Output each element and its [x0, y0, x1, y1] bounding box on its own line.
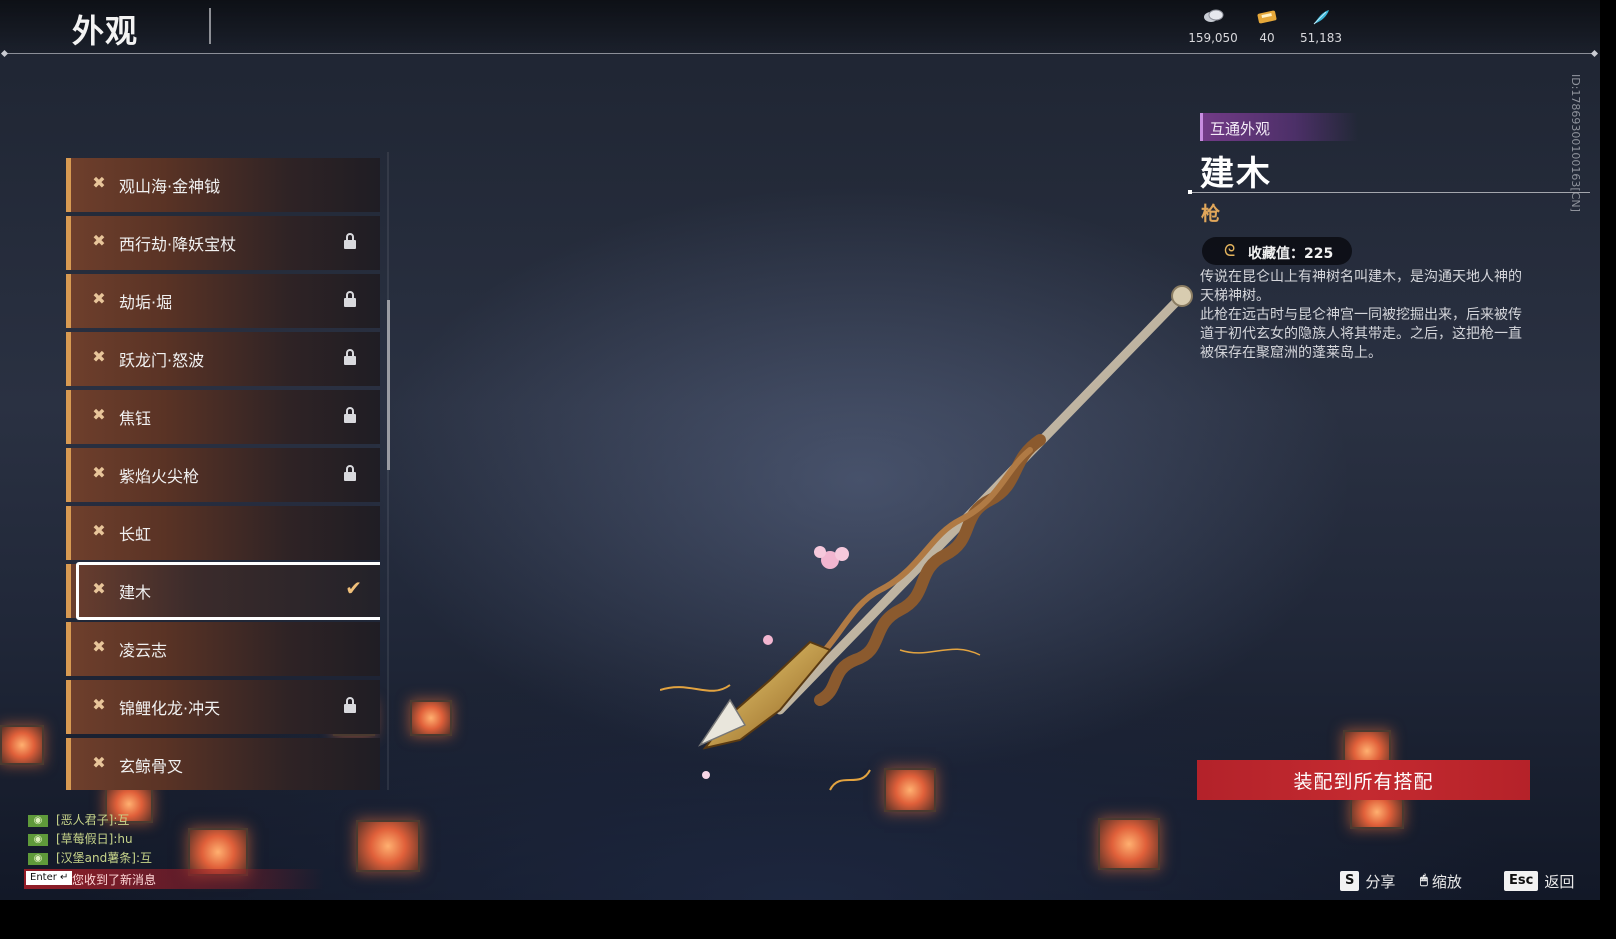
skin-list[interactable]: ✖ 观山海·金神钺 ✖ 西行劫·降妖宝杖 ✖ 劫垢·堀 ✖ 跃龙门·怒波 ✖ 焦… [66, 152, 380, 790]
equip-all-button[interactable]: 装配到所有搭配 [1197, 760, 1530, 800]
lantern-decor [0, 725, 44, 765]
world-chat-icon: ◉ [28, 833, 48, 846]
list-item-label: 建木 [119, 583, 152, 602]
lantern-decor [410, 700, 452, 736]
name-divider [1190, 192, 1590, 193]
list-scrollbar[interactable] [387, 152, 389, 790]
back-hint[interactable]: Esc 返回 [1504, 870, 1574, 892]
back-label: 返回 [1544, 872, 1575, 891]
list-item[interactable]: ✖ 跃龙门·怒波 [66, 332, 380, 386]
top-bar: 外观 159,050 40 51,183 [0, 0, 1600, 54]
cross-weapon-icon: ✖ [92, 753, 106, 772]
list-item-label: 紫焰火尖枪 [119, 467, 200, 486]
feather-value: 51,183 [1300, 31, 1342, 45]
divider-ornament [1188, 190, 1192, 194]
lantern-decor [1350, 795, 1404, 829]
list-item-label: 玄鲸骨叉 [119, 757, 184, 776]
list-item-label: 劫垢·堀 [119, 293, 173, 312]
lantern-decor [1098, 818, 1160, 870]
crossplay-tag-label: 互通外观 [1210, 120, 1271, 138]
list-item[interactable]: ✖ 长虹 [66, 506, 380, 560]
chat-line: ◉ [汉堡and薯条]:互 [28, 849, 152, 866]
lock-icon [344, 407, 356, 423]
world-chat-icon: ◉ [28, 852, 48, 865]
new-message-notification[interactable]: Enter ↵ 您收到了新消息 [24, 869, 324, 889]
weapon-type: 枪 [1201, 203, 1221, 225]
cross-weapon-icon: ✖ [92, 463, 106, 482]
list-item-label: 焦钰 [119, 409, 152, 428]
cross-weapon-icon: ✖ [92, 521, 106, 540]
list-item[interactable]: ✖ 西行劫·降妖宝杖 [66, 216, 380, 270]
lock-icon [344, 349, 356, 365]
cross-weapon-icon: ✖ [92, 637, 106, 656]
share-hint[interactable]: S 分享 [1340, 870, 1395, 892]
notification-text: 您收到了新消息 [72, 873, 157, 887]
chat-text: [草莓假日]:hu [56, 832, 133, 846]
cross-weapon-icon: ✖ [92, 231, 106, 250]
esc-key: Esc [1504, 871, 1539, 891]
list-item[interactable]: ✖ 锦鲤化龙·冲天 [66, 680, 380, 734]
player-id: ID:1786930010016​3[CN] [1569, 74, 1582, 212]
page-title: 外观 [72, 12, 139, 50]
item-description: 传说在昆仑山上有神树名叫建木，是沟通天地人神的天梯神树。 此枪在远古时与昆仑神宫… [1200, 268, 1535, 363]
lock-icon [344, 697, 356, 713]
cross-weapon-icon: ✖ [92, 347, 106, 366]
description-paragraph: 此枪在远古时与昆仑神宫一同被挖掘出来，后来被传道于初代玄女的隐族人将其带走。之后… [1200, 307, 1522, 361]
list-item[interactable]: ✖ 凌云志 [66, 622, 380, 676]
top-divider [4, 53, 1596, 54]
chat-line: ◉ [恶人君子]:互 [28, 811, 129, 828]
cross-weapon-icon: ✖ [92, 173, 106, 192]
list-item-label: 凌云志 [119, 641, 168, 660]
enter-key-hint: Enter ↵ [26, 871, 73, 885]
crossplay-tag: 互通外观 [1200, 113, 1358, 141]
list-item[interactable]: ✖ 劫垢·堀 [66, 274, 380, 328]
collection-value-badge: ᘓ 收藏值：225 [1202, 237, 1352, 265]
world-chat-icon: ◉ [28, 814, 48, 827]
lock-icon [344, 291, 356, 307]
lock-icon [344, 233, 356, 249]
cross-weapon-icon: ✖ [92, 405, 106, 424]
list-item-label: 跃龙门·怒波 [119, 351, 205, 370]
list-item-label: 长虹 [119, 525, 152, 544]
chat-text: [恶人君子]:互 [56, 813, 130, 827]
zoom-label: 缩放 [1431, 872, 1462, 891]
list-item[interactable]: ✖ 紫焰火尖枪 [66, 448, 380, 502]
list-item[interactable]: ✖ 观山海·金神钺 [66, 158, 380, 212]
lantern-decor [356, 820, 420, 872]
cross-weapon-icon: ✖ [92, 695, 106, 714]
mouse-icon: 🖱 [1420, 873, 1428, 888]
item-name: 建木 [1200, 154, 1272, 194]
list-scrollbar-thumb[interactable] [387, 300, 390, 470]
list-item[interactable]: ✖ 焦钰 [66, 390, 380, 444]
cross-weapon-icon: ✖ [92, 579, 106, 598]
list-item[interactable]: ✖ 玄鲸骨叉 [66, 738, 380, 790]
checkmark-icon: ✔ [345, 576, 362, 600]
cross-weapon-icon: ✖ [92, 289, 106, 308]
title-divider [209, 8, 211, 44]
list-item-selected[interactable]: ✖ 建木 ✔ [66, 562, 380, 620]
zoom-hint[interactable]: 🖱 缩放 [1420, 870, 1462, 892]
list-item-label: 锦鲤化龙·冲天 [119, 699, 221, 718]
lock-icon [344, 465, 356, 481]
chat-text: [汉堡and薯条]:互 [56, 851, 152, 865]
collection-value: 收藏值：225 [1248, 246, 1334, 262]
list-item-label: 西行劫·降妖宝杖 [119, 235, 237, 254]
share-key: S [1340, 871, 1360, 891]
feather-icon [1286, 8, 1356, 28]
share-label: 分享 [1365, 872, 1396, 891]
spiral-icon: ᘓ [1224, 241, 1236, 260]
chat-line: ◉ [草莓假日]:hu [28, 830, 133, 847]
list-item-label: 观山海·金神钺 [119, 177, 221, 196]
currency-feather: 51,183 [1286, 8, 1356, 45]
spear-model-icon[interactable] [660, 270, 1220, 810]
description-paragraph: 传说在昆仑山上有神树名叫建木，是沟通天地人神的天梯神树。 [1200, 269, 1522, 304]
